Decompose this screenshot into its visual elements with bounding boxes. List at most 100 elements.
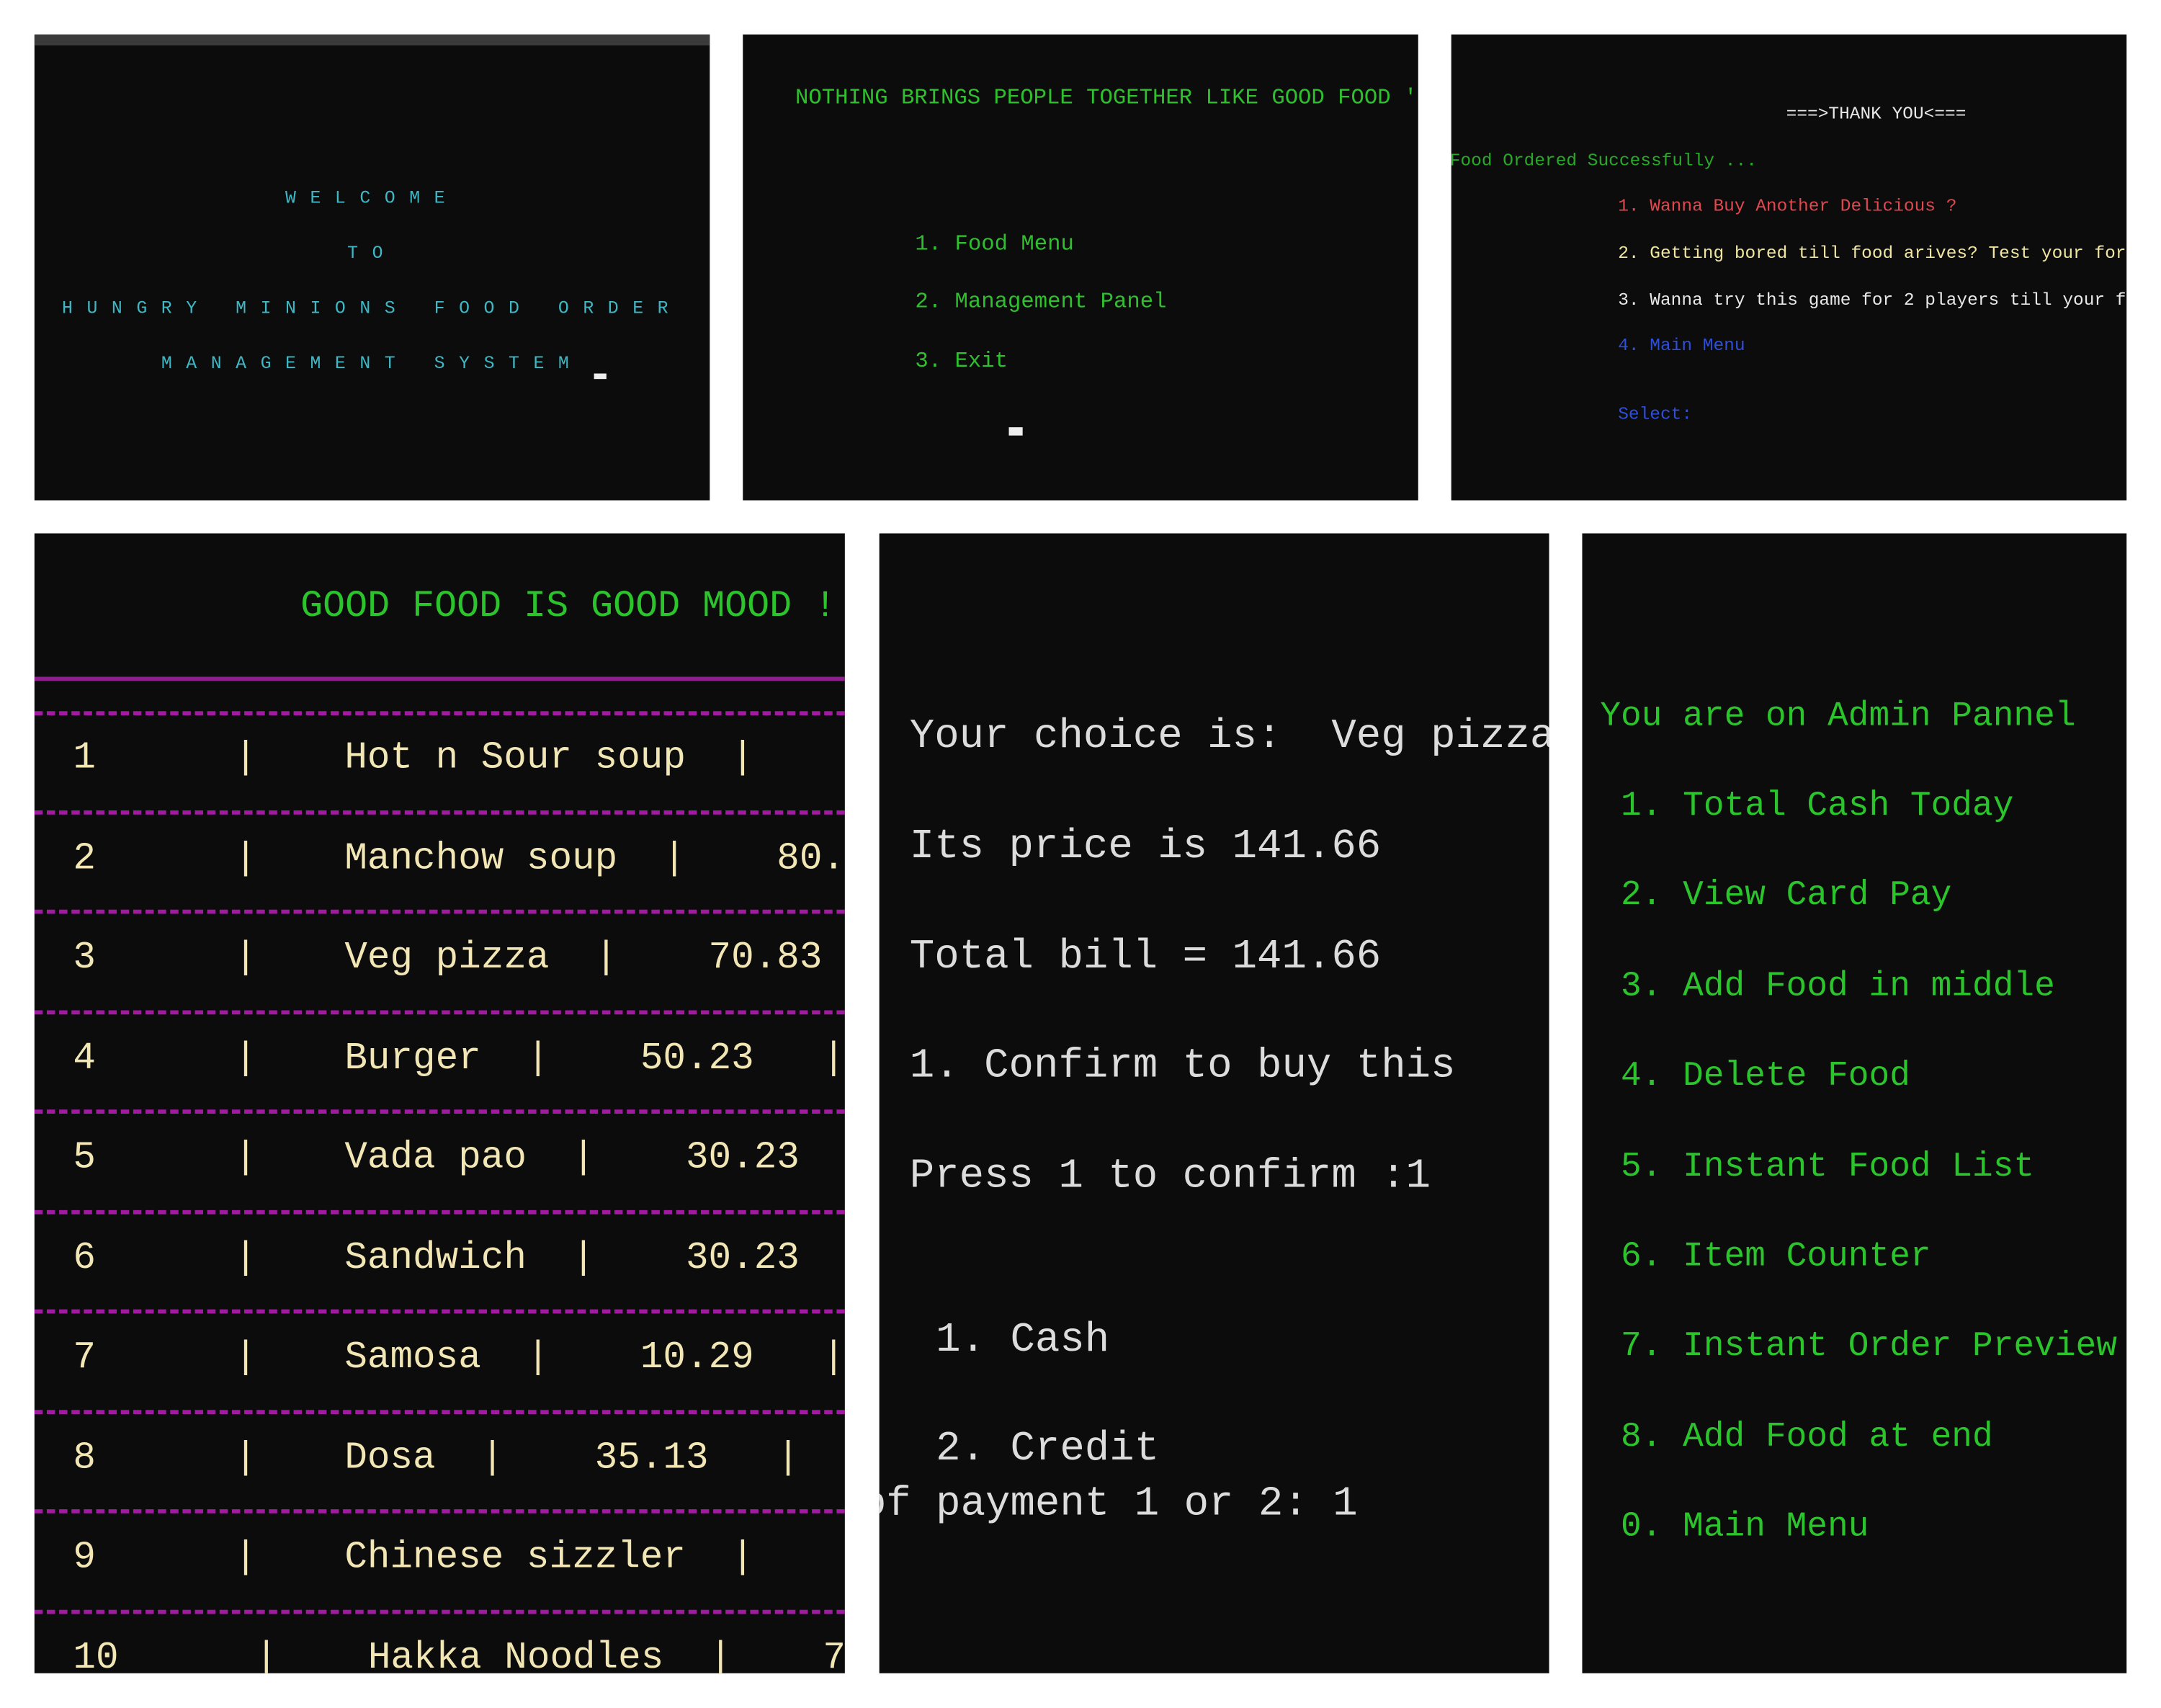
item-line: Sandwich | 30.23 | (344, 1235, 845, 1281)
payment-prompt[interactable]: of payment 1 or 2: 1 (880, 1480, 1358, 1530)
welcome-line: MANAGEMENT SYSTEM (161, 352, 583, 374)
column-separator: | (822, 937, 844, 980)
item-price: 50.23 (640, 1037, 754, 1081)
item-price: 70.83 (708, 937, 823, 980)
choice-text: Your choice is: Veg pizza (909, 714, 1549, 761)
admin-menu-item[interactable]: 3. Add Food in middle (1621, 966, 2055, 1007)
item-name: Vada pao (344, 1137, 527, 1180)
item-name: Manchow soup (344, 837, 618, 880)
column-separator: | (753, 1037, 845, 1081)
option-two-player-game[interactable]: 3. Wanna try this game for 2 players til… (1618, 290, 2126, 310)
column-separator: | (234, 1537, 257, 1580)
column-separator: | (526, 1237, 686, 1280)
welcome-screen: WELCOME TO HUNGRY MINIONS FOOD ORDER MAN… (34, 34, 710, 501)
column-separator: | (254, 1637, 278, 1673)
item-name: Hot n Sour soup (344, 737, 686, 780)
title-bar (34, 34, 710, 46)
confirm-option[interactable]: 1. Confirm to buy this (910, 1042, 1456, 1091)
welcome-line: WELCOME (285, 187, 460, 208)
column-separator: | (685, 737, 845, 780)
payment-option-credit[interactable]: 2. Credit (936, 1425, 1159, 1475)
admin-menu-item[interactable]: 6. Item Counter (1621, 1236, 1931, 1277)
column-separator: | (234, 1436, 257, 1480)
column-separator: | (800, 1137, 845, 1179)
item-number: 9 (73, 1537, 97, 1580)
admin-menu-item[interactable]: 5. Instant Food List (1621, 1146, 2034, 1187)
item-line: Hot n Sour soup | (344, 736, 845, 782)
row-divider (34, 711, 845, 716)
option-buy-another[interactable]: 1. Wanna Buy Another Delicious ? (1618, 196, 1956, 217)
food-menu-title: GOOD FOOD IS GOOD MOOD ! (300, 587, 837, 629)
item-line: Hakka Noodles | 7 | (368, 1635, 845, 1673)
item-number: 5 (73, 1137, 97, 1180)
menu-item-food-menu[interactable]: 1. Food Menu (915, 231, 1073, 258)
column-separator: | (800, 1237, 845, 1279)
welcome-line: TO (347, 242, 398, 264)
menu-item-management-panel[interactable]: 2. Management Panel (915, 290, 1166, 316)
order-screen: Your choice is: Veg pizza Its price is 1… (879, 533, 1549, 1673)
item-price: 30.23 (685, 1237, 800, 1280)
column-separator: | (480, 1037, 640, 1081)
item-line: Samosa | 10.29 | (344, 1336, 845, 1381)
item-name: Hakka Noodles (367, 1637, 664, 1673)
item-name: Sandwich (344, 1237, 527, 1280)
item-price: 35.13 (594, 1436, 709, 1480)
item-name: Burger (344, 1037, 481, 1081)
option-main-menu[interactable]: 4. Main Menu (1618, 335, 1745, 356)
row-divider (34, 1309, 845, 1314)
admin-panel-screen: You are on Admin Pannel 1. Total Cash To… (1582, 533, 2127, 1673)
row-divider (34, 1010, 845, 1015)
item-number: 7 (73, 1336, 97, 1380)
item-price: 80. (777, 837, 845, 880)
admin-menu-item[interactable]: 0. Main Menu (1621, 1507, 1869, 1548)
item-name: Samosa (344, 1336, 481, 1380)
admin-menu-item[interactable]: 8. Add Food at end (1621, 1416, 1993, 1457)
column-separator: | (526, 1137, 686, 1180)
item-line: Manchow soup | 80. | (344, 836, 845, 881)
column-separator: | (663, 1637, 823, 1673)
confirm-prompt[interactable]: Press 1 to confirm :1 (910, 1153, 1431, 1202)
column-separator: | (480, 1336, 640, 1380)
column-separator: | (708, 1436, 800, 1480)
food-menu-screen: GOOD FOOD IS GOOD MOOD ! 1 | Hot n Sour so… (34, 533, 845, 1673)
row-divider (34, 1410, 845, 1415)
select-prompt[interactable]: Select: (1618, 404, 1692, 425)
item-name: Dosa (344, 1436, 436, 1480)
column-separator: | (234, 1336, 257, 1380)
admin-menu-item[interactable]: 1. Total Cash Today (1621, 786, 2013, 827)
menu-item-exit[interactable]: 3. Exit (915, 349, 1008, 375)
item-name: Veg pizza (344, 937, 550, 980)
item-number: 4 (73, 1037, 97, 1081)
header-divider (34, 676, 845, 681)
thank-you-screen: ===>THANK YOU<=== Food Ordered Successfu… (1451, 34, 2127, 501)
admin-title: You are on Admin Pannel (1600, 696, 2076, 736)
item-name: Chinese sizzler (344, 1537, 686, 1580)
column-separator: | (234, 737, 257, 780)
column-separator: | (753, 1336, 845, 1380)
admin-menu-item[interactable]: 4. Delete Food (1621, 1056, 1910, 1097)
column-separator: | (234, 937, 257, 980)
item-price: 30.23 (685, 1137, 800, 1180)
option-test-fortune[interactable]: 2. Getting bored till food arives? Test … (1618, 243, 2126, 264)
row-divider (34, 810, 845, 815)
item-line: Burger | 50.23 | (344, 1036, 845, 1081)
item-number: 2 (73, 837, 97, 880)
item-line: Chinese sizzler | (344, 1535, 845, 1580)
item-number: 8 (73, 1436, 97, 1480)
admin-menu-item[interactable]: 2. View Card Pay (1621, 876, 1951, 917)
row-divider (34, 909, 845, 914)
item-number: 3 (73, 937, 97, 980)
total-bill: Total bill = 141.66 (909, 934, 1382, 982)
admin-menu-item[interactable]: 7. Instant Order Preview (1621, 1326, 2117, 1367)
column-separator: | (234, 1237, 257, 1280)
item-number: 10 (73, 1637, 119, 1673)
payment-option-cash[interactable]: 1. Cash (936, 1316, 1109, 1366)
item-line: Dosa | 35.13 | (344, 1436, 800, 1481)
text-cursor (594, 373, 607, 380)
item-number: 1 (73, 737, 97, 780)
column-separator: | (234, 1137, 257, 1180)
column-separator: | (234, 1037, 257, 1081)
row-divider (34, 1609, 845, 1614)
tagline: NOTHING BRINGS PEOPLE TOGETHER LIKE GOOD… (795, 85, 1418, 111)
item-line: Veg pizza | 70.83 | (344, 936, 845, 981)
